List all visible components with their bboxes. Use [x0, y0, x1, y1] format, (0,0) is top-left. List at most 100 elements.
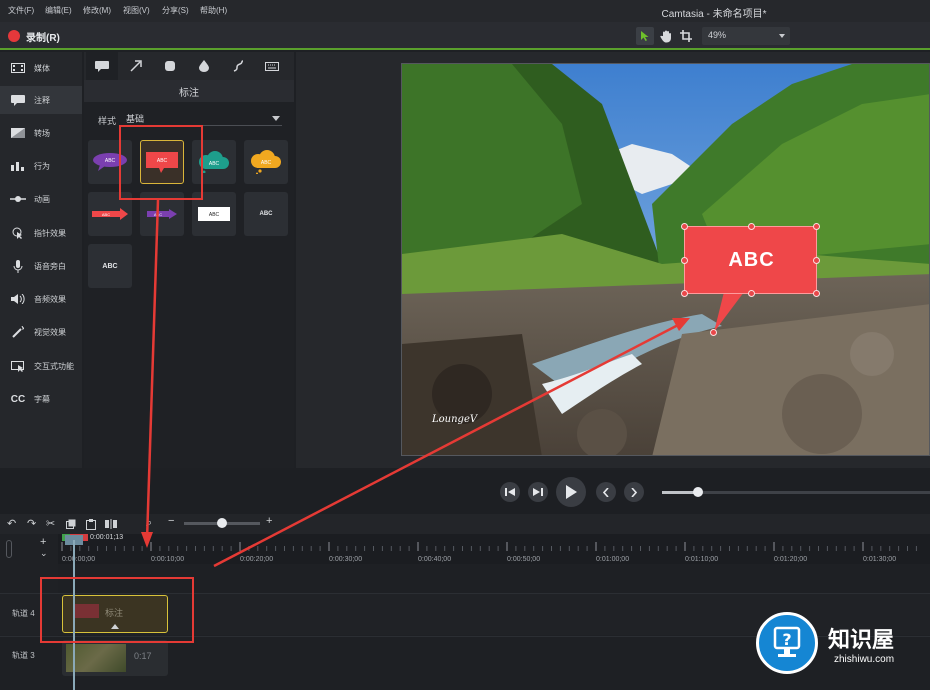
- sidebar-item-voice-narration[interactable]: 语音旁白: [0, 252, 82, 280]
- track-label: 轨道 4: [12, 609, 35, 618]
- callout-tab-icon[interactable]: [86, 52, 118, 80]
- undo-icon[interactable]: ↶: [7, 517, 16, 530]
- magnify-icon[interactable]: ⌕: [146, 517, 152, 530]
- resize-handle[interactable]: [813, 257, 820, 264]
- video-clip[interactable]: 0:17: [62, 640, 168, 676]
- resize-handle[interactable]: [681, 223, 688, 230]
- chevron-down-icon[interactable]: ⌄: [40, 548, 48, 559]
- resize-handle[interactable]: [681, 257, 688, 264]
- microphone-icon: [10, 259, 26, 273]
- track-height-slider[interactable]: [6, 540, 12, 558]
- tile-label: ABC: [259, 211, 273, 217]
- record-button[interactable]: 录制(R): [26, 29, 60, 44]
- paste-icon[interactable]: [86, 519, 96, 533]
- sidebar-item-label: 音频效果: [34, 294, 66, 304]
- resize-handle[interactable]: [748, 290, 755, 297]
- video-preview[interactable]: [401, 63, 930, 456]
- svg-text:ABC: ABC: [154, 212, 162, 217]
- clip-thumbnail: [66, 644, 126, 672]
- sidebar-item-animations[interactable]: 动画: [0, 185, 82, 213]
- style-label: 样式: [98, 116, 117, 126]
- brand-title: 知识屋: [828, 628, 895, 653]
- resize-handle[interactable]: [813, 290, 820, 297]
- next-icon[interactable]: [624, 482, 644, 502]
- sidebar-item-cursor-effects[interactable]: 指针效果: [0, 219, 82, 247]
- sidebar-item-captions[interactable]: CC 字幕: [0, 385, 82, 413]
- sidebar-item-interactive[interactable]: 交互式功能: [0, 352, 82, 380]
- svg-text:ABC: ABC: [105, 158, 116, 164]
- playbar-spacer: [0, 470, 296, 514]
- resize-handle[interactable]: [813, 223, 820, 230]
- tail-handle[interactable]: [710, 329, 717, 336]
- previous-icon[interactable]: [596, 482, 616, 502]
- sidebar-item-label: 行为: [34, 161, 50, 171]
- tick-label: 0:01:20;00: [774, 556, 808, 563]
- step-back-icon[interactable]: [500, 482, 520, 502]
- interactive-icon: [10, 360, 26, 372]
- audio-effect-icon: [10, 293, 26, 305]
- brand-url: zhishiwu.com: [834, 654, 895, 665]
- record-icon[interactable]: [8, 30, 20, 42]
- animation-icon: [10, 193, 26, 205]
- panel-title: 标注: [179, 88, 199, 99]
- sidebar-item-media[interactable]: 媒体: [0, 54, 82, 82]
- highlight-box-clip: [40, 577, 194, 643]
- timeline-zoom-handle[interactable]: [217, 518, 227, 528]
- callout-tile-yellow-cloud[interactable]: ABC: [244, 140, 288, 184]
- cut-icon[interactable]: ✂: [46, 517, 55, 530]
- menu-modify[interactable]: 修改(M): [83, 5, 111, 16]
- chevron-down-icon: [779, 34, 785, 38]
- sidebar-item-visual-effects[interactable]: 视觉效果: [0, 318, 82, 346]
- svg-text:?: ?: [782, 630, 791, 649]
- sketch-tab-icon[interactable]: [222, 52, 254, 80]
- callout-tile-text-small[interactable]: ABC: [244, 192, 288, 236]
- zoom-out-icon[interactable]: −: [168, 515, 174, 527]
- annotation-icon: [10, 94, 26, 106]
- sidebar-item-label: 媒体: [34, 63, 50, 73]
- media-icon: [10, 62, 26, 74]
- scrub-handle[interactable]: [693, 487, 703, 497]
- svg-text:ABC: ABC: [209, 212, 220, 218]
- canvas-callout[interactable]: ABC: [681, 223, 820, 297]
- keyboard-tab-icon[interactable]: [256, 52, 288, 80]
- redo-icon[interactable]: ↷: [27, 517, 36, 530]
- menu-bar: 文件(F) 编辑(E) 修改(M) 视图(V) 分享(S) 帮助(H) Camt…: [0, 0, 930, 22]
- tick-label: 0:00:50;00: [507, 556, 541, 563]
- play-icon[interactable]: [556, 477, 586, 507]
- menu-help[interactable]: 帮助(H): [200, 5, 227, 16]
- resize-handle[interactable]: [748, 223, 755, 230]
- zoom-in-icon[interactable]: +: [266, 515, 272, 527]
- menu-edit[interactable]: 编辑(E): [45, 5, 72, 16]
- callout-text[interactable]: ABC: [685, 249, 818, 272]
- add-track-icon[interactable]: +: [40, 536, 46, 548]
- sidebar-item-behaviors[interactable]: 行为: [0, 152, 82, 180]
- tick-label: 0:01:30;00: [863, 556, 897, 563]
- menu-view[interactable]: 视图(V): [123, 5, 150, 16]
- step-forward-icon[interactable]: [528, 482, 548, 502]
- blur-tab-icon[interactable]: [188, 52, 220, 80]
- track-label: 轨道 3: [12, 651, 35, 660]
- copy-icon[interactable]: [66, 519, 76, 532]
- svg-text:ABC: ABC: [209, 161, 220, 167]
- sidebar-item-transitions[interactable]: 转场: [0, 119, 82, 147]
- style-select[interactable]: 基础: [122, 110, 282, 126]
- annotations-panel: 标注 样式 基础 ABC ABC ABC ABC ABC ABC ABC ABC…: [84, 52, 294, 468]
- zoom-select[interactable]: 49%: [702, 27, 790, 45]
- wand-icon: [10, 326, 26, 338]
- video-watermark: LoungeV: [432, 414, 478, 425]
- shape-tab-icon[interactable]: [154, 52, 186, 80]
- menu-file[interactable]: 文件(F): [8, 5, 34, 16]
- pointer-icon[interactable]: [636, 27, 654, 45]
- split-icon[interactable]: [105, 519, 117, 532]
- crop-icon[interactable]: [678, 28, 694, 44]
- callout-tile-text[interactable]: ABC: [88, 244, 132, 288]
- sidebar-item-label: 指针效果: [34, 228, 66, 238]
- arrow-tab-icon[interactable]: [120, 52, 152, 80]
- sidebar-item-label: 转场: [34, 128, 50, 138]
- hand-icon[interactable]: [658, 28, 674, 44]
- menu-share[interactable]: 分享(S): [162, 5, 189, 16]
- transition-icon: [10, 127, 26, 139]
- sidebar-item-audio-effects[interactable]: 音频效果: [0, 285, 82, 313]
- sidebar-item-annotations[interactable]: 注释: [0, 86, 82, 114]
- resize-handle[interactable]: [681, 290, 688, 297]
